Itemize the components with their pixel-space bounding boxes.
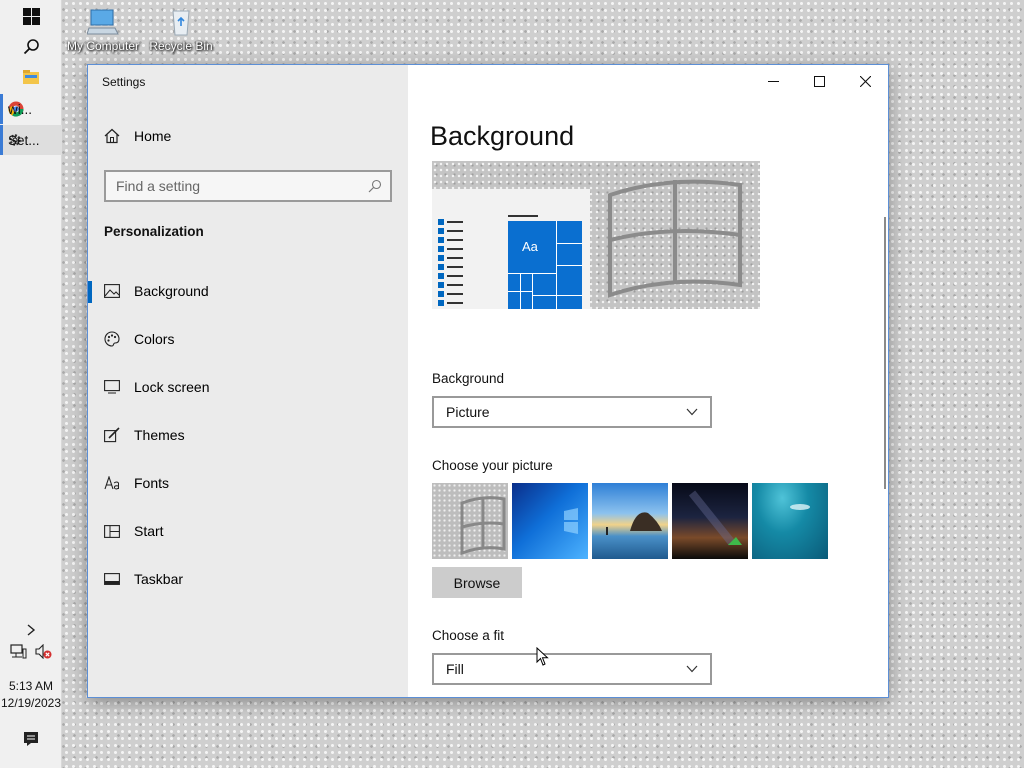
volume-muted-icon[interactable] (35, 644, 52, 659)
taskbar: wi... Set... 5:13 AM 12/19/2023 (0, 0, 62, 768)
taskbar-app-settings[interactable]: Set... (0, 125, 62, 155)
preview-app-list (438, 217, 468, 307)
sidebar-item-label: Lock screen (134, 379, 210, 395)
sidebar-item-taskbar[interactable]: Taskbar (88, 559, 408, 599)
chevron-right-icon (27, 624, 36, 636)
computer-icon (86, 8, 119, 36)
search-icon (23, 38, 39, 54)
tent-icon (688, 490, 742, 546)
maximize-button[interactable] (796, 65, 842, 97)
windows-logo-watermark-icon (608, 179, 742, 298)
taskbar-app-label: Set... (8, 132, 40, 148)
settings-content: Background Aa Background Picture Choose … (408, 65, 888, 697)
chevron-down-icon (686, 408, 698, 416)
desktop-icon-my-computer[interactable]: My Computer (60, 2, 146, 53)
notification-icon (24, 732, 38, 746)
lock-screen-icon (104, 380, 120, 394)
close-icon (859, 75, 871, 87)
home-nav-item[interactable]: Home (104, 128, 171, 144)
picture-thumbnail-beach-rock[interactable] (592, 483, 668, 559)
palette-icon (104, 331, 120, 347)
swimmer-icon (790, 504, 810, 510)
sidebar-item-fonts[interactable]: Fonts (88, 463, 408, 503)
window-controls (750, 65, 888, 97)
preview-tiles: Aa (508, 221, 582, 309)
picture-thumbnail-night-sky[interactable] (672, 483, 748, 559)
settings-sidebar: Settings Home Find a setting Personaliza… (88, 65, 408, 697)
choose-picture-label: Choose your picture (432, 458, 553, 473)
background-type-value: Picture (446, 404, 490, 420)
browse-button[interactable]: Browse (432, 567, 522, 598)
sidebar-item-start[interactable]: Start (88, 511, 408, 551)
content-scrollbar[interactable] (884, 217, 886, 489)
show-hidden-icons-button[interactable] (0, 615, 62, 645)
picture-thumbnail-windows-blue[interactable] (512, 483, 588, 559)
picture-thumbnail-windows-gray[interactable] (432, 483, 508, 559)
sidebar-item-label: Taskbar (134, 571, 184, 587)
picture-icon (104, 284, 120, 298)
file-explorer-button[interactable] (0, 62, 62, 92)
action-center-button[interactable] (0, 724, 62, 754)
windows-logo-icon (460, 496, 506, 556)
home-icon (104, 128, 120, 144)
start-button[interactable] (0, 1, 62, 31)
mouse-cursor-icon (536, 647, 549, 666)
minimize-button[interactable] (750, 65, 796, 97)
window-title: Settings (102, 75, 146, 89)
preview-tile-text: Aa (522, 239, 538, 254)
sidebar-item-colors[interactable]: Colors (88, 319, 408, 359)
taskbar-app-chrome[interactable]: wi... (0, 94, 62, 124)
rock-formation-icon (606, 512, 662, 535)
picture-thumbnail-underwater[interactable] (752, 483, 828, 559)
desktop-icon-recycle-bin[interactable]: Recycle Bin (138, 2, 224, 53)
sidebar-item-label: Colors (134, 331, 175, 347)
desktop-icon-label: Recycle Bin (149, 39, 213, 53)
fit-value: Fill (446, 661, 464, 677)
clock-date: 12/19/2023 (0, 696, 62, 710)
search-icon (368, 179, 382, 193)
system-tray (0, 644, 62, 659)
choose-fit-label: Choose a fit (432, 628, 505, 643)
sidebar-item-label: Fonts (134, 475, 170, 491)
folder-icon (23, 70, 39, 84)
minimize-icon (767, 80, 779, 82)
home-label: Home (134, 128, 172, 144)
sidebar-item-label: Start (134, 523, 164, 539)
clock-time: 5:13 AM (8, 679, 54, 693)
background-type-dropdown[interactable]: Picture (432, 396, 712, 428)
start-icon (104, 524, 120, 538)
clock[interactable]: 5:13 AM 12/19/2023 (0, 678, 62, 712)
sidebar-item-label: Themes (134, 427, 185, 443)
sidebar-item-themes[interactable]: Themes (88, 415, 408, 455)
themes-icon (104, 427, 120, 443)
fonts-icon (104, 476, 119, 490)
page-title: Background (430, 121, 575, 151)
sidebar-item-label: Background (134, 283, 209, 299)
search-button[interactable] (0, 31, 62, 61)
section-title: Personalization (104, 224, 204, 239)
recycle-bin-icon (165, 8, 197, 36)
desktop-icon-label: My Computer (66, 39, 140, 53)
windows-logo-icon (564, 508, 578, 534)
chevron-down-icon (686, 665, 698, 673)
background-type-label: Background (432, 371, 505, 386)
windows-logo-icon (22, 7, 40, 25)
sidebar-item-background[interactable]: Background (88, 271, 408, 311)
network-icon[interactable] (10, 644, 27, 659)
search-placeholder: Find a setting (116, 178, 201, 194)
maximize-icon (813, 75, 825, 87)
close-button[interactable] (842, 65, 888, 97)
find-setting-search[interactable]: Find a setting (104, 170, 392, 202)
sidebar-item-lock-screen[interactable]: Lock screen (88, 367, 408, 407)
taskbar-app-label: wi... (8, 101, 33, 117)
desktop-preview: Aa (432, 161, 760, 309)
picture-thumbnails (432, 483, 828, 559)
settings-window: Settings Home Find a setting Personaliza… (87, 64, 889, 698)
taskbar-icon (104, 573, 120, 585)
choose-fit-dropdown[interactable]: Fill (432, 653, 712, 685)
